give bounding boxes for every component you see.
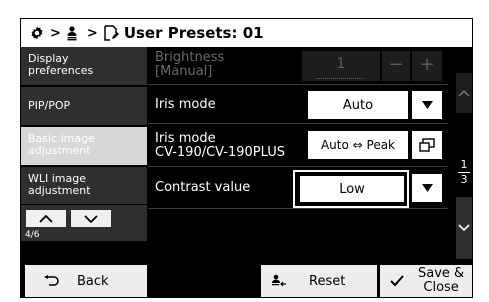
contrast-dropdown-button[interactable] bbox=[412, 174, 442, 202]
reset-button[interactable]: Reset bbox=[261, 265, 377, 297]
window-popup-icon bbox=[419, 138, 435, 152]
current-page: 1 bbox=[460, 158, 468, 171]
iris-mode-cv-row: Iris mode CV-190/CV-190PLUS Auto ⇔ Peak bbox=[148, 125, 448, 167]
iris-mode-label: Iris mode bbox=[155, 97, 216, 112]
page-title: User Presets: 01 bbox=[123, 24, 264, 42]
brightness-value-field: 1 bbox=[302, 51, 380, 81]
iris-mode-dropdown-button[interactable] bbox=[412, 91, 442, 119]
page-indicator: 1 3 bbox=[456, 159, 472, 186]
iris-mode-cv-popup-button[interactable] bbox=[412, 131, 442, 159]
sidebar-scroll-panel: 4/6 bbox=[21, 205, 147, 241]
triangle-down-icon bbox=[421, 101, 433, 109]
sidebar-item-pip-pop[interactable]: PIP/POP bbox=[21, 87, 147, 126]
sidebar-item-label: adjustment bbox=[28, 144, 91, 157]
back-arrow-icon bbox=[44, 275, 59, 286]
back-label: Back bbox=[77, 273, 109, 289]
page-down-button[interactable] bbox=[456, 197, 472, 259]
sidebar-item-label: adjustment bbox=[28, 184, 91, 197]
iris-mode-row: Iris mode Auto bbox=[148, 86, 448, 124]
sidebar-scroll-down-button[interactable] bbox=[71, 210, 111, 227]
iris-mode-select[interactable]: Auto bbox=[308, 91, 408, 119]
user-icon[interactable] bbox=[66, 25, 82, 41]
contrast-select[interactable]: Low bbox=[300, 176, 404, 202]
breadcrumb: > > User Presets: 01 bbox=[21, 19, 472, 47]
sidebar-item-display-preferences[interactable]: Display preferences bbox=[21, 47, 147, 86]
brightness-level-scale bbox=[316, 75, 364, 79]
sidebar-item-label: PIP/POP bbox=[28, 99, 71, 112]
iris-mode-cv-model-label: CV-190/CV-190PLUS bbox=[155, 145, 286, 160]
save-close-label-line2: Close bbox=[423, 280, 459, 295]
page-scrollbar: 1 3 bbox=[456, 47, 472, 263]
brightness-increase-button[interactable]: + bbox=[412, 51, 442, 81]
document-edit-icon[interactable] bbox=[103, 25, 119, 41]
reset-label: Reset bbox=[309, 273, 346, 289]
chevron-down-icon bbox=[84, 214, 98, 223]
sidebar-item-wli-image-adjustment[interactable]: WLI image adjustment bbox=[21, 167, 147, 205]
footer: Back Reset Save & Close bbox=[21, 265, 472, 297]
brightness-row: Brightness [Manual] 1 − + bbox=[148, 47, 448, 85]
sidebar-item-basic-image-adjustment[interactable]: Basic image adjustment bbox=[21, 127, 147, 166]
save-close-label: Save & Close bbox=[418, 267, 464, 295]
total-pages: 3 bbox=[460, 173, 468, 186]
brightness-mode-label: [Manual] bbox=[155, 64, 213, 79]
sidebar-page-indicator: 4/6 bbox=[25, 230, 40, 240]
brightness-label: Brightness bbox=[155, 50, 225, 65]
checkmark-icon bbox=[390, 275, 404, 287]
breadcrumb-separator: > bbox=[86, 25, 98, 41]
back-button[interactable]: Back bbox=[25, 265, 147, 297]
contrast-row: Contrast value Low bbox=[148, 167, 448, 209]
gear-icon[interactable] bbox=[29, 25, 45, 41]
sidebar-scroll-up-button[interactable] bbox=[26, 210, 66, 227]
chevron-up-icon bbox=[39, 214, 53, 223]
iris-mode-cv-label: Iris mode bbox=[155, 131, 216, 146]
sidebar-item-label: preferences bbox=[28, 64, 94, 77]
contrast-label: Contrast value bbox=[155, 180, 251, 195]
settings-list: Brightness [Manual] 1 − + Iris mode Auto… bbox=[148, 47, 448, 241]
settings-window: > > User Presets: 01 Display preferences bbox=[20, 18, 473, 298]
brightness-value: 1 bbox=[336, 56, 346, 72]
triangle-down-icon bbox=[421, 184, 433, 192]
save-and-close-button[interactable]: Save & Close bbox=[380, 265, 472, 297]
chevron-up-icon bbox=[458, 89, 470, 97]
breadcrumb-separator: > bbox=[50, 25, 61, 41]
page-up-button[interactable] bbox=[456, 73, 472, 113]
brightness-decrease-button[interactable]: − bbox=[382, 51, 410, 81]
iris-mode-cv-value[interactable]: Auto ⇔ Peak bbox=[308, 131, 408, 159]
sidebar: Display preferences PIP/POP Basic image … bbox=[21, 47, 147, 263]
chevron-down-icon bbox=[458, 224, 470, 232]
save-close-label-line1: Save & bbox=[418, 266, 465, 281]
user-reset-icon bbox=[272, 274, 286, 287]
